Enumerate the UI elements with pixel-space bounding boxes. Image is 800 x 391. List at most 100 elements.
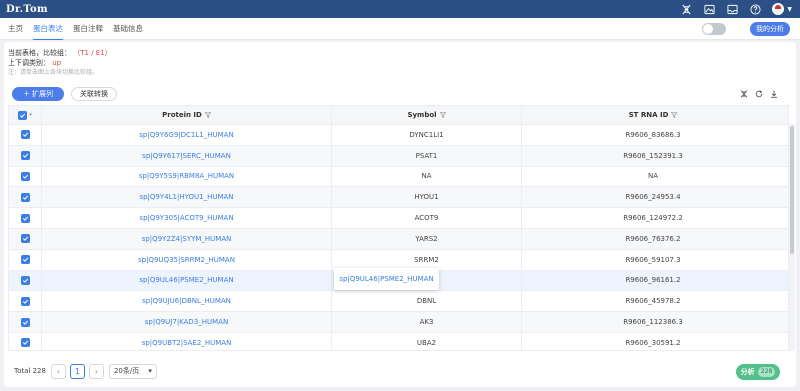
prev-page-button[interactable]: ‹	[50, 363, 66, 379]
row-checkbox[interactable]	[20, 275, 30, 285]
dna-tool-icon[interactable]	[740, 90, 748, 98]
info-note: 注：请单击图上各块切换比较组。	[8, 69, 99, 76]
check-icon	[20, 113, 26, 118]
check-icon	[22, 278, 28, 283]
protein-id-link[interactable]: sp|Q9Y5S9|RBM8A_HUMAN	[42, 166, 332, 187]
table-row[interactable]: sp|Q9UBT2|SAE2_HUMAN UBA2 R9606_30591.2	[9, 332, 788, 350]
symbol-cell: SRRM2	[332, 249, 522, 270]
protein-id-link[interactable]: sp|Q9UBT2|SAE2_HUMAN	[42, 332, 332, 350]
analyze-button[interactable]: 分析 228	[736, 364, 780, 380]
chevron-down-icon[interactable]: ▼	[787, 6, 792, 13]
protein-id-link[interactable]: sp|Q9Y6G9|DC1L1_HUMAN	[42, 125, 332, 145]
page-size-select[interactable]: 20条/页 ▾	[108, 363, 157, 379]
image-icon[interactable]	[703, 3, 715, 15]
st-rna-id-cell: NA	[647, 172, 659, 181]
protein-id-link[interactable]: sp|Q9Y305|ACOT9_HUMAN	[42, 208, 332, 228]
total-count: Total 228	[14, 367, 46, 375]
symbol-cell: NA	[332, 166, 522, 187]
page-button-current[interactable]: 1	[69, 363, 85, 379]
table-row[interactable]: sp|Q9Y305|ACOT9_HUMAN ACOT9 R9606_124972.2	[9, 208, 788, 229]
filter-icon[interactable]	[204, 112, 211, 118]
row-checkbox[interactable]	[20, 213, 30, 223]
tab-protein-expression[interactable]: 蛋白表达	[33, 18, 63, 40]
protein-id-link[interactable]: sp|Q9Y2Z4|SYYM_HUMAN	[42, 228, 332, 249]
toggle-switch[interactable]	[702, 23, 726, 35]
table-header: ▾ Protein ID Symbol ST RNA ID	[9, 106, 788, 125]
select-caret-icon[interactable]: ▾	[29, 112, 32, 118]
protein-id-link[interactable]: sp|Q9UL46|PSME2_HUMAN	[42, 270, 332, 291]
dna-icon[interactable]	[680, 3, 692, 15]
protein-id-link[interactable]: sp|Q9Y4L1|HYOU1_HUMAN	[42, 187, 332, 208]
symbol-cell: YARS2	[332, 228, 522, 249]
table-row[interactable]: sp|Q9Y4L1|HYOU1_HUMAN HYOU1 R9606_24953.4	[9, 187, 788, 209]
protein-id-link[interactable]: sp|Q9UQ35|SRRM2_HUMAN	[42, 249, 332, 270]
row-checkbox[interactable]	[20, 171, 30, 181]
current-table-value: （T1 / E1）	[73, 49, 112, 57]
symbol-cell: PSAT1	[332, 145, 522, 166]
tab-basic-info[interactable]: 基础信息	[113, 18, 143, 40]
row-select-cell	[9, 166, 42, 187]
protein-id-link[interactable]: sp|Q9Y617|SERC_HUMAN	[42, 145, 332, 166]
table-scrollbar[interactable]	[789, 124, 795, 351]
row-checkbox[interactable]	[20, 296, 30, 306]
row-checkbox[interactable]	[20, 192, 30, 202]
st-rna-id-cell: R9606_83686.3	[625, 130, 681, 139]
current-table-line: 当前表格，比较组： （T1 / E1）	[8, 48, 112, 58]
table-row[interactable]: sp|Q9Y5S9|RBM8A_HUMAN NA NA	[9, 166, 788, 188]
expand-columns-label: 扩展列	[32, 90, 53, 98]
row-checkbox[interactable]	[20, 255, 30, 265]
st-rna-id-cell: R9606_30591.2	[625, 338, 681, 347]
user-avatar[interactable]	[772, 3, 785, 15]
st-rna-id-cell: R9606_24953.4	[625, 193, 681, 202]
st-rna-id-cell: R9606_96161.2	[625, 276, 681, 285]
toggle-knob	[703, 24, 713, 34]
next-page-button[interactable]: ›	[88, 363, 104, 379]
refresh-icon[interactable]	[755, 90, 763, 98]
help-icon[interactable]	[749, 3, 761, 15]
top-bar: Dr.Tom ▼	[0, 0, 800, 18]
protein-id-link[interactable]: sp|Q9UJU6|DBNL_HUMAN	[42, 291, 332, 312]
expand-columns-button[interactable]: ＋扩展列	[12, 87, 64, 101]
row-checkbox[interactable]	[20, 151, 30, 161]
st-rna-id-cell: R9606_112386.3	[623, 318, 683, 327]
table-row[interactable]: sp|Q9Y6G9|DC1L1_HUMAN DYNC1LI1 R9606_83686…	[9, 125, 788, 146]
check-icon	[22, 216, 28, 221]
tab-home[interactable]: 主页	[8, 18, 23, 40]
regulation-line: 上下调类别： up	[8, 58, 112, 68]
analyze-count-badge: 228	[757, 367, 776, 377]
row-checkbox[interactable]	[20, 130, 30, 140]
download-icon[interactable]	[770, 90, 778, 98]
check-icon	[22, 195, 28, 200]
inbox-icon[interactable]	[726, 3, 738, 15]
row-checkbox[interactable]	[20, 317, 30, 327]
row-select-cell	[9, 312, 42, 332]
table-tools	[740, 90, 778, 98]
symbol-cell: DYNC1LI1	[332, 125, 522, 145]
check-icon	[22, 132, 28, 138]
column-header-symbol[interactable]: Symbol	[332, 106, 522, 124]
column-header-protein-id[interactable]: Protein ID	[42, 106, 332, 124]
tab-protein-annotation[interactable]: 蛋白注释	[73, 18, 103, 40]
column-header-label: Symbol	[407, 111, 437, 119]
my-analysis-button[interactable]: 我的分析	[750, 22, 790, 36]
filter-icon[interactable]	[671, 112, 678, 118]
table-row[interactable]: sp|Q9UJ7|KAD3_HUMAN AK3 R9606_112386.3	[9, 312, 788, 333]
st-rna-id-cell: R9606_76376.2	[625, 234, 681, 243]
data-table: ▾ Protein ID Symbol ST RNA ID sp|Q9Y6G9|…	[8, 105, 789, 351]
scrollbar-thumb[interactable]	[790, 126, 794, 254]
table-row[interactable]: sp|Q9Y617|SERC_HUMAN PSAT1 R9606_152391.3	[9, 145, 788, 167]
st-rna-id-cell: R9606_59107.3	[625, 255, 681, 264]
row-select-cell	[9, 187, 42, 208]
column-header-st-rna-id[interactable]: ST RNA ID	[522, 106, 784, 124]
protein-id-link[interactable]: sp|Q9UJ7|KAD3_HUMAN	[42, 312, 332, 332]
row-checkbox[interactable]	[20, 234, 30, 244]
select-all-checkbox[interactable]	[18, 110, 28, 120]
convert-button[interactable]: 关联转换	[71, 87, 117, 101]
table-row[interactable]: sp|Q9Y2Z4|SYYM_HUMAN YARS2 R9606_76376.2	[9, 228, 788, 250]
table-row[interactable]: sp|Q9UJU6|DBNL_HUMAN DBNL R9606_45978.2	[9, 291, 788, 313]
row-checkbox[interactable]	[20, 338, 30, 348]
check-icon	[22, 153, 28, 159]
filter-icon[interactable]	[439, 112, 446, 118]
table-body: sp|Q9Y6G9|DC1L1_HUMAN DYNC1LI1 R9606_83686…	[9, 125, 788, 350]
check-icon	[22, 257, 28, 263]
